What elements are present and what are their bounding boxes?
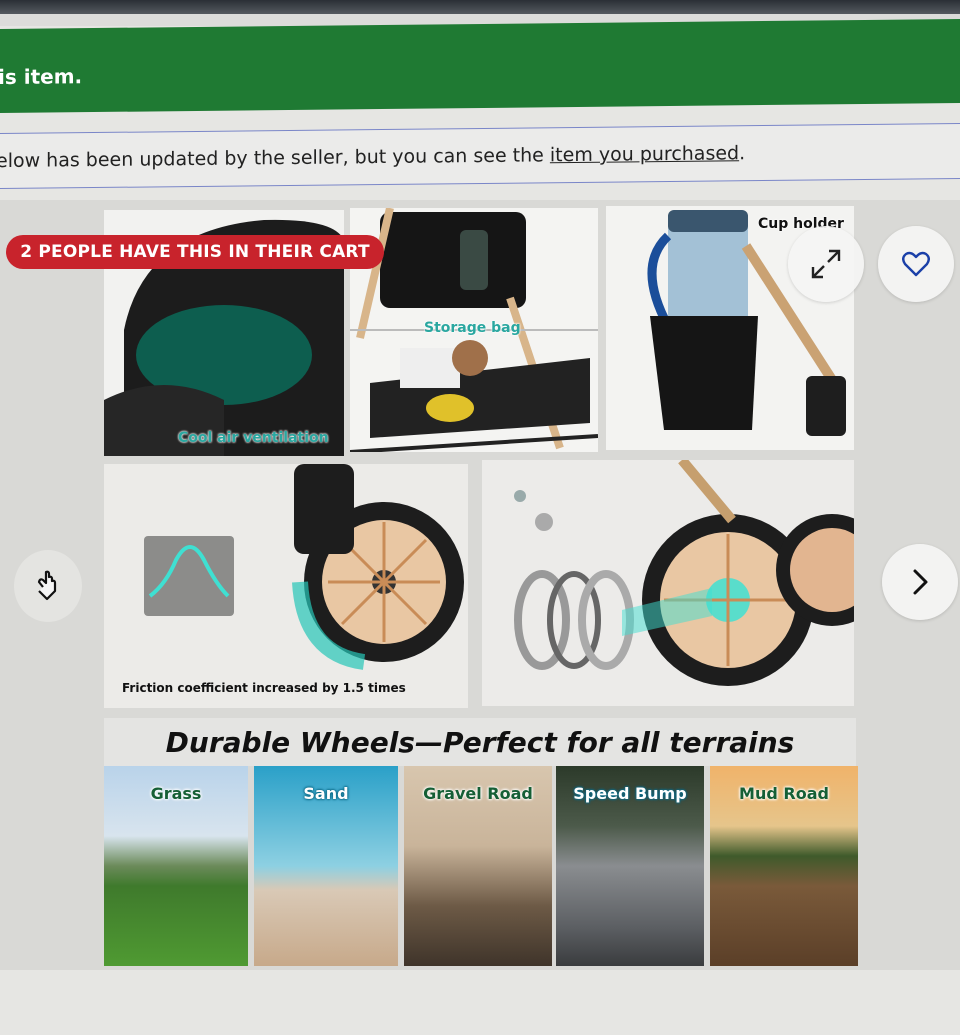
terrain-label-speed-bump: Speed Bump (573, 784, 687, 803)
durable-wheels-heading: Durable Wheels—Perfect for all terrains (104, 718, 856, 766)
heart-icon (902, 251, 930, 277)
green-banner: is item. (0, 18, 960, 114)
terrain-label-sand: Sand (303, 784, 349, 803)
panel-storage: Storage bag (350, 208, 598, 452)
cart-count-badge: 2 PEOPLE HAVE THIS IN THEIR CART (6, 235, 384, 269)
terrain-label-gravel-road: Gravel Road (423, 784, 533, 803)
item-you-purchased-link[interactable]: item you purchased (550, 142, 739, 166)
terrain-mud-road: Mud Road (710, 766, 858, 966)
terrain-sand: Sand (254, 766, 398, 966)
hand-pointer-icon (37, 570, 57, 601)
expand-button[interactable] (788, 226, 864, 302)
terrain-label-grass: Grass (150, 784, 202, 803)
terrain-speed-bump: Speed Bump (556, 766, 704, 966)
notice-suffix: . (739, 142, 746, 165)
label-friction-coefficient: Friction coefficient increased by 1.5 ti… (122, 681, 406, 695)
updated-listing-notice: elow has been updated by the seller, but… (0, 122, 960, 190)
banner-text: is item. (0, 64, 83, 90)
next-image-button[interactable] (882, 544, 958, 620)
panel-suspension-wheel (104, 464, 468, 708)
terrain-gravel-road: Gravel Road (404, 766, 552, 966)
suspension-wheel-illustration (144, 464, 464, 670)
panel-bearing-wheel (482, 460, 854, 706)
label-storage-bag: Storage bag (424, 320, 521, 336)
label-cool-air-ventilation: Cool air ventilation (178, 430, 329, 446)
favorite-button[interactable] (878, 226, 954, 302)
notice-text: elow has been updated by the seller, but… (0, 142, 745, 172)
bearing-wheel-illustration (514, 460, 854, 686)
terrain-grass: Grass (104, 766, 248, 966)
previous-image-button[interactable] (14, 550, 82, 622)
chevron-right-icon (913, 569, 928, 595)
terrain-label-mud-road: Mud Road (739, 784, 829, 803)
notice-prefix: elow has been updated by the seller, but… (0, 144, 550, 173)
screen-bezel (0, 0, 960, 14)
expand-icon (811, 249, 841, 279)
